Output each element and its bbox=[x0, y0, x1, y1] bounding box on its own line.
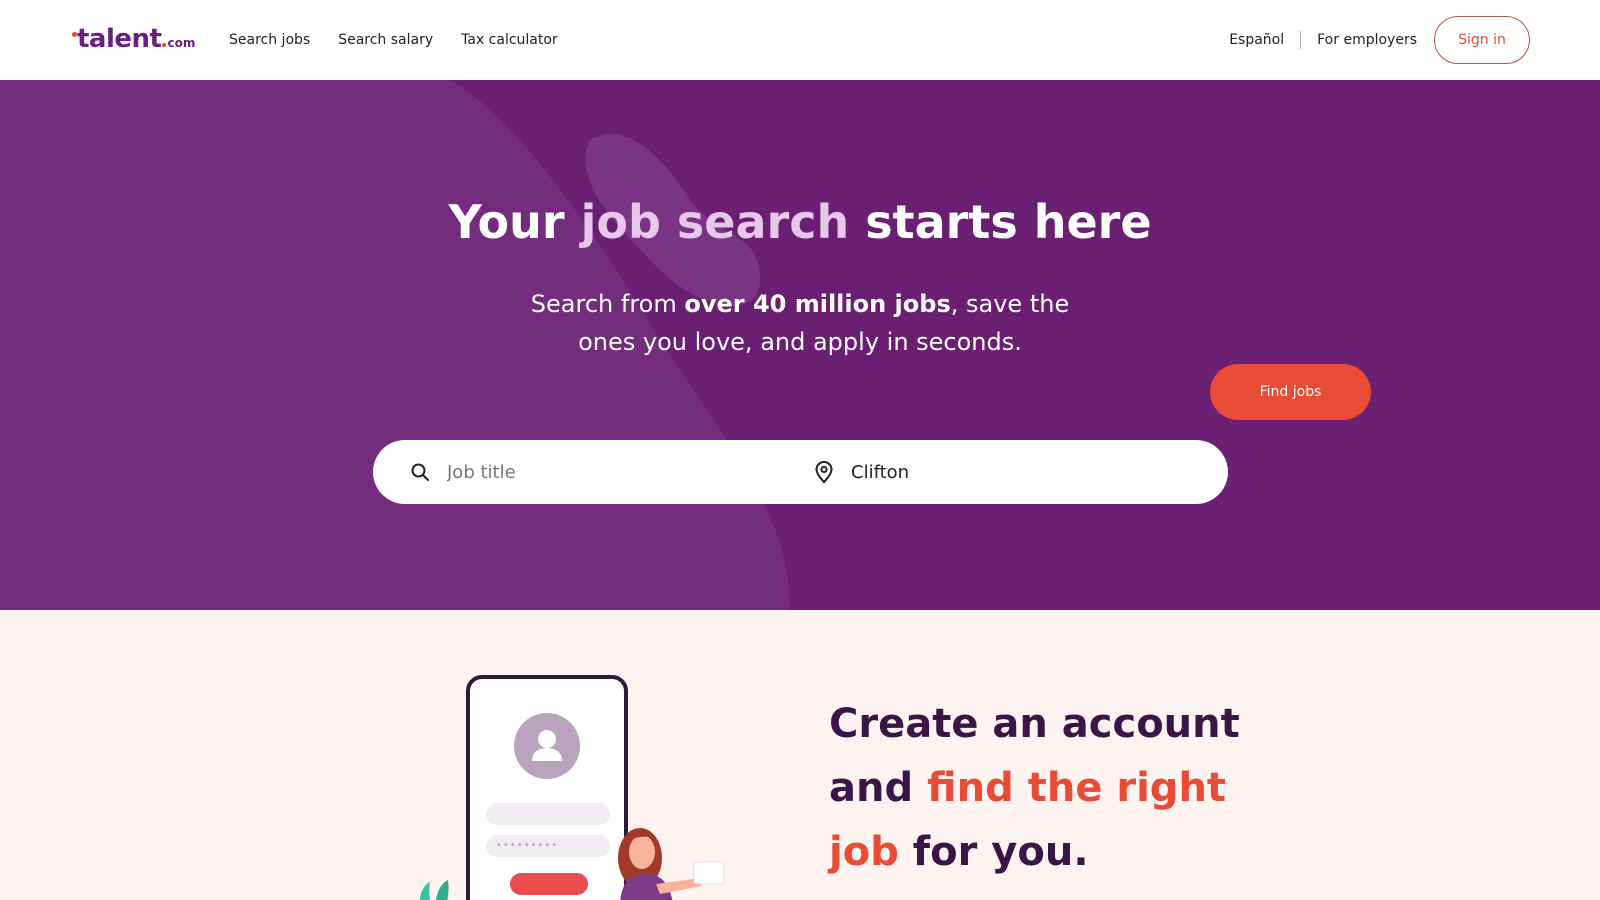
employers-link[interactable]: For employers bbox=[1301, 32, 1417, 48]
cta-line-3-plain: for you. bbox=[898, 829, 1089, 875]
language-link[interactable]: Español bbox=[1229, 31, 1302, 49]
hero-subtitle: Search from over 40 million jobs, save t… bbox=[500, 285, 1100, 361]
logo-dot bbox=[72, 32, 77, 37]
hero-subtitle-bold: over 40 million jobs bbox=[684, 290, 951, 318]
search-icon bbox=[409, 461, 431, 483]
logo-tld: com bbox=[167, 36, 196, 50]
location-input[interactable] bbox=[851, 461, 1171, 483]
user-icon bbox=[514, 713, 580, 779]
site-header: talent com Search jobs Search salary Tax… bbox=[0, 0, 1600, 80]
cta-line-2-accent: find the right bbox=[927, 765, 1227, 811]
hero-subtitle-part1: Search from bbox=[530, 290, 685, 318]
main-nav: Search jobs Search salary Tax calculator bbox=[229, 0, 558, 80]
cta-line-3: job for you. bbox=[829, 820, 1249, 884]
find-jobs-button[interactable]: Find jobs bbox=[1210, 364, 1371, 420]
hero-title: Your job search starts here bbox=[0, 192, 1600, 252]
cta-line-2: and find the right bbox=[829, 756, 1249, 820]
person-illustration bbox=[618, 828, 725, 900]
hero-title-part2: starts here bbox=[849, 195, 1152, 249]
location-pin-icon bbox=[813, 460, 835, 484]
sign-in-button[interactable]: Sign in bbox=[1434, 16, 1530, 64]
job-search-bar bbox=[373, 440, 1228, 504]
talent-logo[interactable]: talent com bbox=[72, 22, 195, 56]
nav-search-jobs[interactable]: Search jobs bbox=[229, 32, 310, 48]
create-account-section: ••••••••• Create an account and find the… bbox=[0, 610, 1600, 900]
hero-title-accent: job search bbox=[580, 195, 850, 249]
nav-search-salary[interactable]: Search salary bbox=[338, 32, 433, 48]
logo-dot-separator bbox=[162, 43, 167, 47]
logo-text: talent bbox=[77, 24, 162, 54]
job-title-input[interactable] bbox=[447, 461, 767, 483]
job-title-field bbox=[409, 440, 769, 504]
plant-illustration bbox=[419, 880, 449, 900]
create-account-heading: Create an account and find the right job… bbox=[829, 692, 1249, 884]
hero-section: Your job search starts here Search from … bbox=[0, 80, 1600, 610]
cta-line-2-plain: and bbox=[829, 765, 928, 811]
location-field bbox=[813, 440, 1193, 504]
cta-line-3-accent: job bbox=[829, 829, 899, 875]
submit-button-illustration bbox=[510, 873, 588, 895]
hero-title-part1: Your bbox=[448, 195, 581, 249]
nav-tax-calculator[interactable]: Tax calculator bbox=[461, 32, 558, 48]
header-right: Español For employers Sign in bbox=[1229, 0, 1530, 80]
cta-line-1: Create an account bbox=[829, 701, 1240, 747]
